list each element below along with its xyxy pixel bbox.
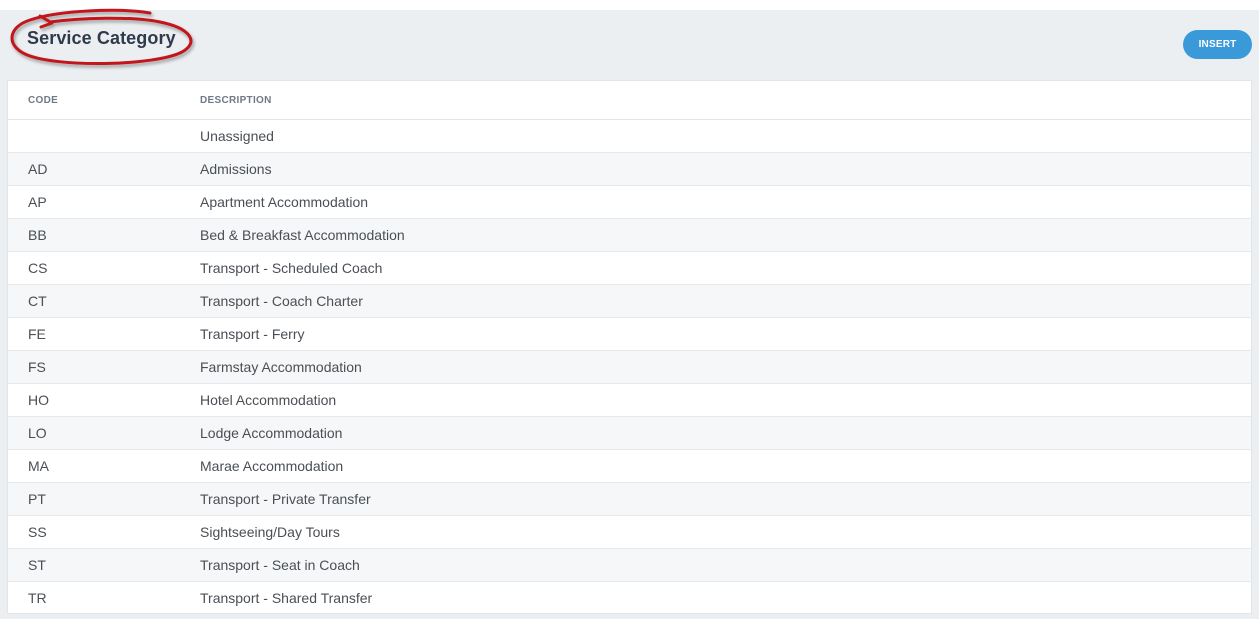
table-row[interactable]: PT Transport - Private Transfer [8, 482, 1251, 516]
service-category-page: Service Category INSERT CODE DESCRIPTION… [0, 8, 1259, 619]
cell-code: AD [8, 152, 200, 186]
column-header-description[interactable]: DESCRIPTION [200, 81, 1251, 120]
table-row[interactable]: MA Marae Accommodation [8, 449, 1251, 483]
cell-code: CS [8, 251, 200, 285]
cell-description: Unassigned [200, 119, 1251, 153]
table-row[interactable]: CT Transport - Coach Charter [8, 284, 1251, 318]
table-row[interactable]: FE Transport - Ferry [8, 317, 1251, 351]
cell-description: Transport - Coach Charter [200, 284, 1251, 318]
table-row[interactable]: ST Transport - Seat in Coach [8, 548, 1251, 582]
cell-code: BB [8, 218, 200, 252]
table-row[interactable]: BB Bed & Breakfast Accommodation [8, 218, 1251, 252]
cell-description: Transport - Ferry [200, 317, 1251, 351]
cell-description: Farmstay Accommodation [200, 350, 1251, 384]
page-title: Service Category [27, 28, 176, 48]
cell-code: HO [8, 383, 200, 417]
insert-button[interactable]: INSERT [1183, 30, 1252, 59]
table-row[interactable]: SS Sightseeing/Day Tours [8, 515, 1251, 549]
table-row[interactable]: FS Farmstay Accommodation [8, 350, 1251, 384]
cell-description: Bed & Breakfast Accommodation [200, 218, 1251, 252]
cell-description: Admissions [200, 152, 1251, 186]
column-header-code[interactable]: CODE [8, 81, 200, 120]
cell-description: Transport - Scheduled Coach [200, 251, 1251, 285]
cell-code: PT [8, 482, 200, 516]
cell-code: MA [8, 449, 200, 483]
table-body: Unassigned AD Admissions AP Apartment Acco… [8, 119, 1251, 615]
table-header-row: CODE DESCRIPTION [8, 81, 1251, 120]
table-row[interactable]: HO Hotel Accommodation [8, 383, 1251, 417]
cell-code [8, 119, 200, 153]
cell-code: FE [8, 317, 200, 351]
table-row[interactable]: CS Transport - Scheduled Coach [8, 251, 1251, 285]
cell-description: Apartment Accommodation [200, 185, 1251, 219]
cell-description: Lodge Accommodation [200, 416, 1251, 450]
cell-description: Transport - Private Transfer [200, 482, 1251, 516]
table-row[interactable]: AD Admissions [8, 152, 1251, 186]
cell-code: SS [8, 515, 200, 549]
cell-description: Transport - Shared Transfer [200, 590, 373, 606]
table-row[interactable]: AP Apartment Accommodation [8, 185, 1251, 219]
cell-description: Transport - Seat in Coach [200, 548, 1251, 582]
cell-code: FS [8, 350, 200, 384]
table-row[interactable]: Unassigned [8, 119, 1251, 153]
cell-code: TR [28, 590, 47, 606]
cell-description: Sightseeing/Day Tours [200, 515, 1251, 549]
cell-code: LO [8, 416, 200, 450]
cell-description: Hotel Accommodation [200, 383, 1251, 417]
table-row[interactable]: TR Transport - Shared Transfer [8, 582, 1251, 615]
cell-code: ST [8, 548, 200, 582]
table-row[interactable]: LO Lodge Accommodation [8, 416, 1251, 450]
page-header: Service Category INSERT [0, 8, 1259, 80]
cell-description: Marae Accommodation [200, 449, 1251, 483]
service-category-table: CODE DESCRIPTION Unassigned AD Admissions… [7, 80, 1252, 614]
cell-code: CT [8, 284, 200, 318]
cell-code: AP [8, 185, 200, 219]
